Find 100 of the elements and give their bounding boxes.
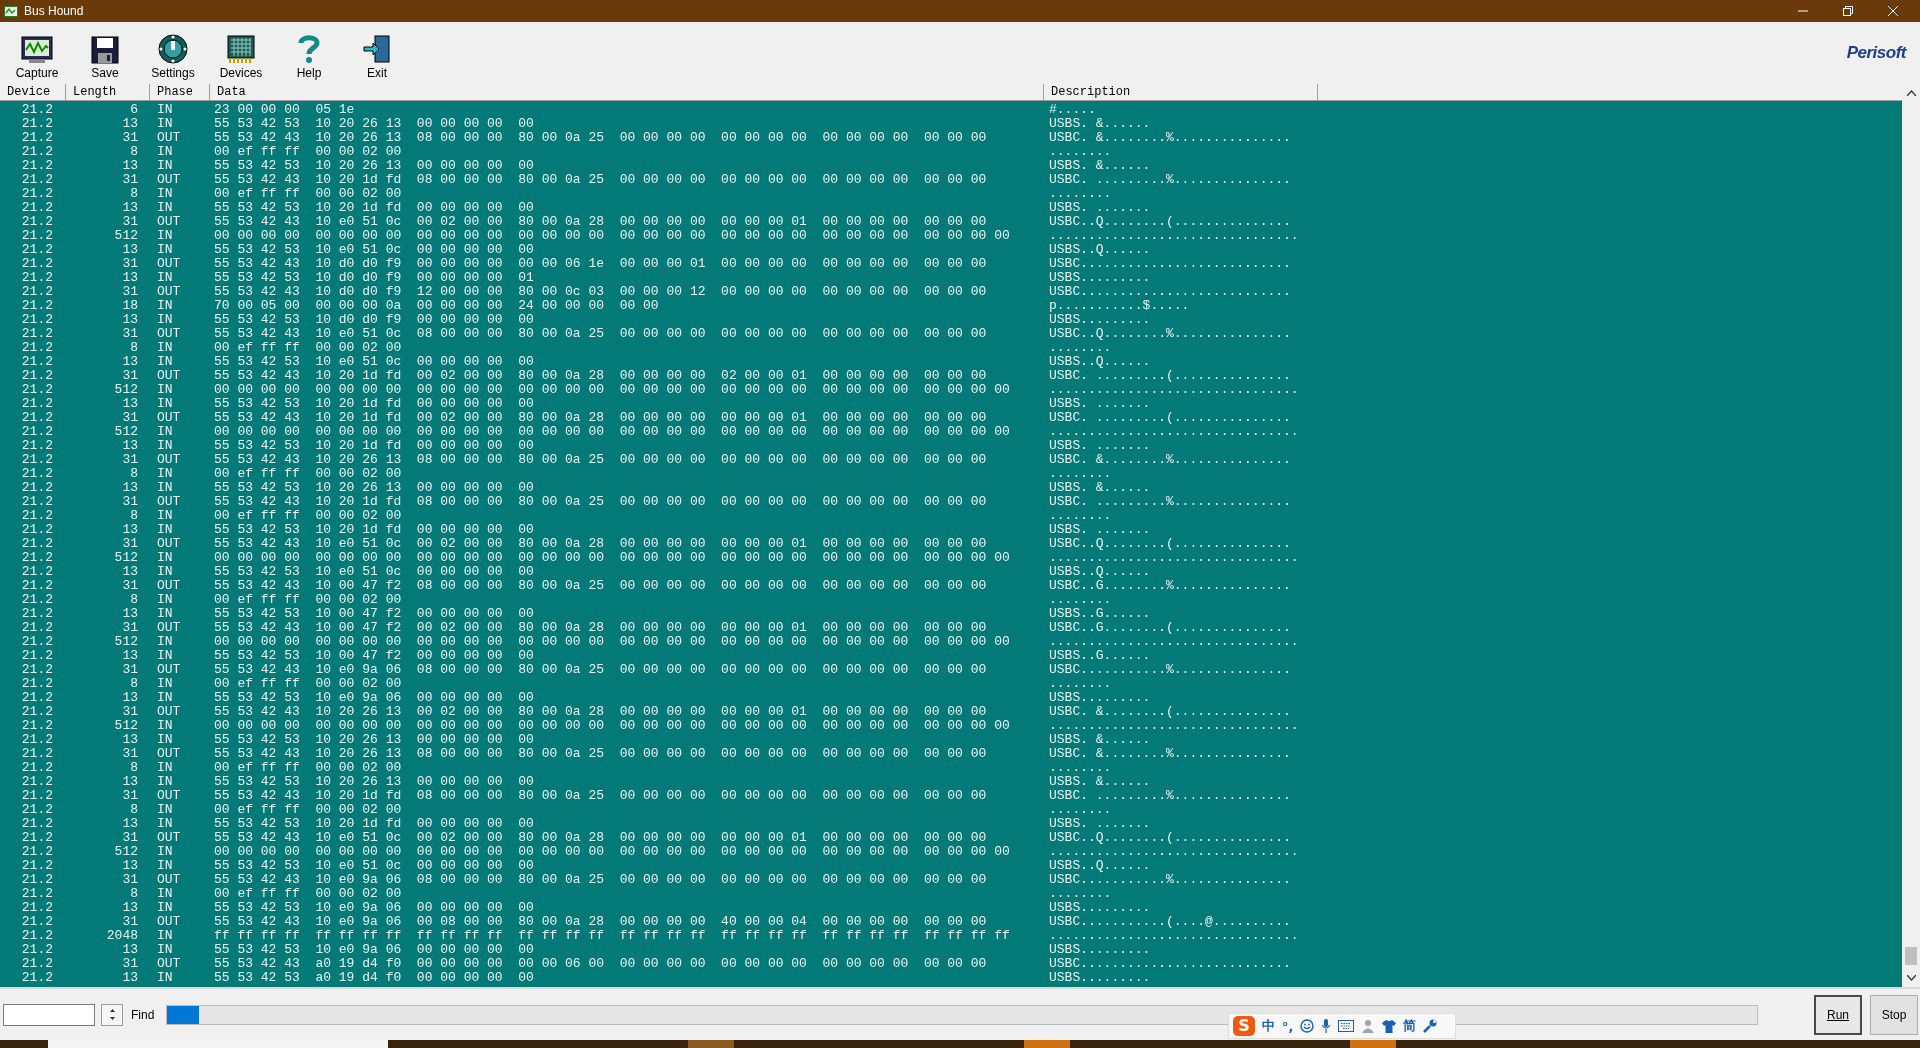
table-cell-text: IN [156,733,174,747]
table-cell-text: 21.2 [20,621,54,635]
table-cell-text: USBC. &........%............... [1048,747,1292,761]
table-cell-text: 55 53 42 53 10 00 47 f2 00 00 00 00 00 [213,649,535,663]
table-cell-text: 21.2 [20,579,54,593]
toolbar-button[interactable]: Settings [140,24,206,82]
table-cell-text: 31 [121,663,139,677]
table-cell-text: 31 [121,957,139,971]
table-cell-text: 31 [121,215,139,229]
table-cell-text: 55 53 42 53 10 e0 51 0c 00 00 00 00 00 [213,859,535,873]
close-icon[interactable] [1888,6,1898,16]
table-cell-text: USBS. ....... [1048,397,1152,411]
smiley-icon[interactable] [1300,1019,1315,1033]
table-cell-text: 13 [121,817,139,831]
table-cell-text: IN [156,887,174,901]
table-cell-text: 00 ef ff ff 00 00 02 00 [213,887,403,901]
spin-control[interactable] [101,1003,123,1026]
stop-button[interactable]: Stop [1870,994,1918,1035]
table-cell-text: 55 53 42 43 10 e0 9a 06 08 00 00 00 80 00 0a 25 00 00 00 00 00 00 00 00 00 00 00 00 00 00 00 [213,663,988,677]
table-cell-text: 21.2 [20,705,54,719]
table-cell-text: USBS. ....... [1048,201,1152,215]
scroll-down-icon[interactable] [1906,975,1916,981]
table-cell-text: 8 [129,887,139,901]
table-cell-text: 70 00 05 00 00 00 00 0a 00 00 00 00 24 00 00 00 00 00 [213,299,660,313]
table-cell-text: 8 [129,341,139,355]
table-cell-text: ........ [1048,341,1113,355]
table-cell-text: USBC. .........(............... [1048,411,1292,425]
table-cell-text: 55 53 42 43 10 20 1d fd 08 00 00 00 80 00 0a 25 00 00 00 00 00 00 00 00 00 00 00 00 00 00 00 [213,495,988,509]
table-cell-text: 21.2 [20,635,54,649]
table-cell-text: 55 53 42 53 10 d0 d0 f9 00 00 00 00 00 [213,313,535,327]
table-cell-text: 31 [121,621,139,635]
door-arrow-icon [363,34,391,64]
toolbar-button[interactable]: Save [72,24,138,82]
table-cell-text: 00 ef ff ff 00 00 02 00 [213,187,403,201]
table-cell-text: 31 [121,537,139,551]
restore-icon[interactable] [1843,6,1853,16]
table-cell-text: 21.2 [20,565,54,579]
spin-up-icon[interactable] [109,1009,115,1013]
ime-toggle[interactable]: °, [1282,1018,1294,1034]
keyboard-icon[interactable] [1338,1020,1355,1032]
table-cell-text: 21.2 [20,299,54,313]
table-cell-text: OUT [156,831,182,845]
table-cell-text: IN [156,355,174,369]
question-mark-icon [298,34,320,64]
table-cell-text: 00 00 00 00 00 00 00 00 00 00 00 00 00 00 00 00 00 00 00 00 00 00 00 00 00 00 00 00 00 00 00 00 [213,635,1011,649]
table-cell-text: USBS..G...... [1048,607,1152,621]
table-cell-text: 21.2 [20,915,54,929]
table-cell-text: IN [156,313,174,327]
table-cell-text: p...........$..... [1048,299,1191,313]
table-cell-text: 55 53 42 43 10 d0 d0 f9 12 00 00 00 80 00 0c 03 00 00 00 12 00 00 00 00 00 00 00 00 00 00 00 [213,285,988,299]
table-cell-text: 31 [121,747,139,761]
table-cell-text: OUT [156,537,182,551]
table-cell-text: OUT [156,285,182,299]
find-field[interactable] [3,1003,95,1026]
table-cell-text: USBC. &........%............... [1048,131,1292,145]
table-cell-text: 8 [129,593,139,607]
run-button[interactable]: Run [1814,994,1862,1035]
table-cell-text: USBS. ....... [1048,817,1152,831]
spin-down-icon[interactable] [109,1016,115,1020]
table-cell-text: 21.2 [20,691,54,705]
table-cell-text: 00 00 00 00 00 00 00 00 00 00 00 00 00 00 00 00 00 00 00 00 00 00 00 00 00 00 00 00 00 00 00 00 [213,551,1011,565]
table-cell-text: 00 ef ff ff 00 00 02 00 [213,761,403,775]
find-button[interactable]: Find [129,1007,161,1022]
table-cell-text: 55 53 42 53 10 20 1d fd 00 00 00 00 00 [213,817,535,831]
scroll-up-icon[interactable] [1906,90,1916,96]
table-cell-text: USBS..Q...... [1048,565,1152,579]
table-cell-text: ........ [1048,761,1113,775]
table-cell-text: OUT [156,747,182,761]
ime-toggle[interactable]: 中 [1262,1017,1275,1035]
toolbar-button[interactable]: Exit [344,24,410,82]
table-cell-text: USBS. &...... [1048,159,1152,173]
table-cell-text: 55 53 42 53 10 e0 9a 06 00 00 00 00 00 [213,901,535,915]
table-cell-text: IN [156,509,174,523]
table-cell-text: 8 [129,509,139,523]
table-cell-text: OUT [156,789,182,803]
toolbar-button[interactable]: Devices [208,24,274,82]
table-cell-text: 00 00 00 00 00 00 00 00 00 00 00 00 00 00 00 00 00 00 00 00 00 00 00 00 00 00 00 00 00 00 00 00 [213,425,1011,439]
table-cell-text: 21.2 [20,453,54,467]
table-cell-text: ................................ [1048,551,1300,565]
table-cell-text: USBC........................... [1048,257,1292,271]
table-cell-text: USBS......... [1048,943,1152,957]
shirt-icon[interactable] [1382,1019,1397,1033]
table-cell-text: IN [156,691,174,705]
toolbar-button[interactable]: Capture [4,24,70,82]
table-cell-text: 21.2 [20,173,54,187]
table-cell-text: OUT [156,915,182,929]
table-cell-text: 21.2 [20,439,54,453]
table-cell-text: IN [156,467,174,481]
table-cell-text: 21.2 [20,537,54,551]
scroll-thumb[interactable] [1905,947,1917,965]
toolbar-button[interactable]: Help [276,24,342,82]
ime-toggle[interactable]: 简 [1403,1017,1417,1035]
microphone-icon[interactable] [1321,1019,1332,1033]
wrench-icon[interactable] [1423,1019,1438,1033]
table-cell-text: 13 [121,523,139,537]
table-cell-text: 31 [121,705,139,719]
table-cell-text: 55 53 42 43 10 20 1d fd 08 00 00 00 80 00 0a 25 00 00 00 00 00 00 00 00 00 00 00 00 00 00 00 [213,173,988,187]
table-cell-text: USBC..Q........(............... [1048,537,1292,551]
table-cell-text: ................................ [1048,425,1300,439]
table-cell-text: 21.2 [20,117,54,131]
